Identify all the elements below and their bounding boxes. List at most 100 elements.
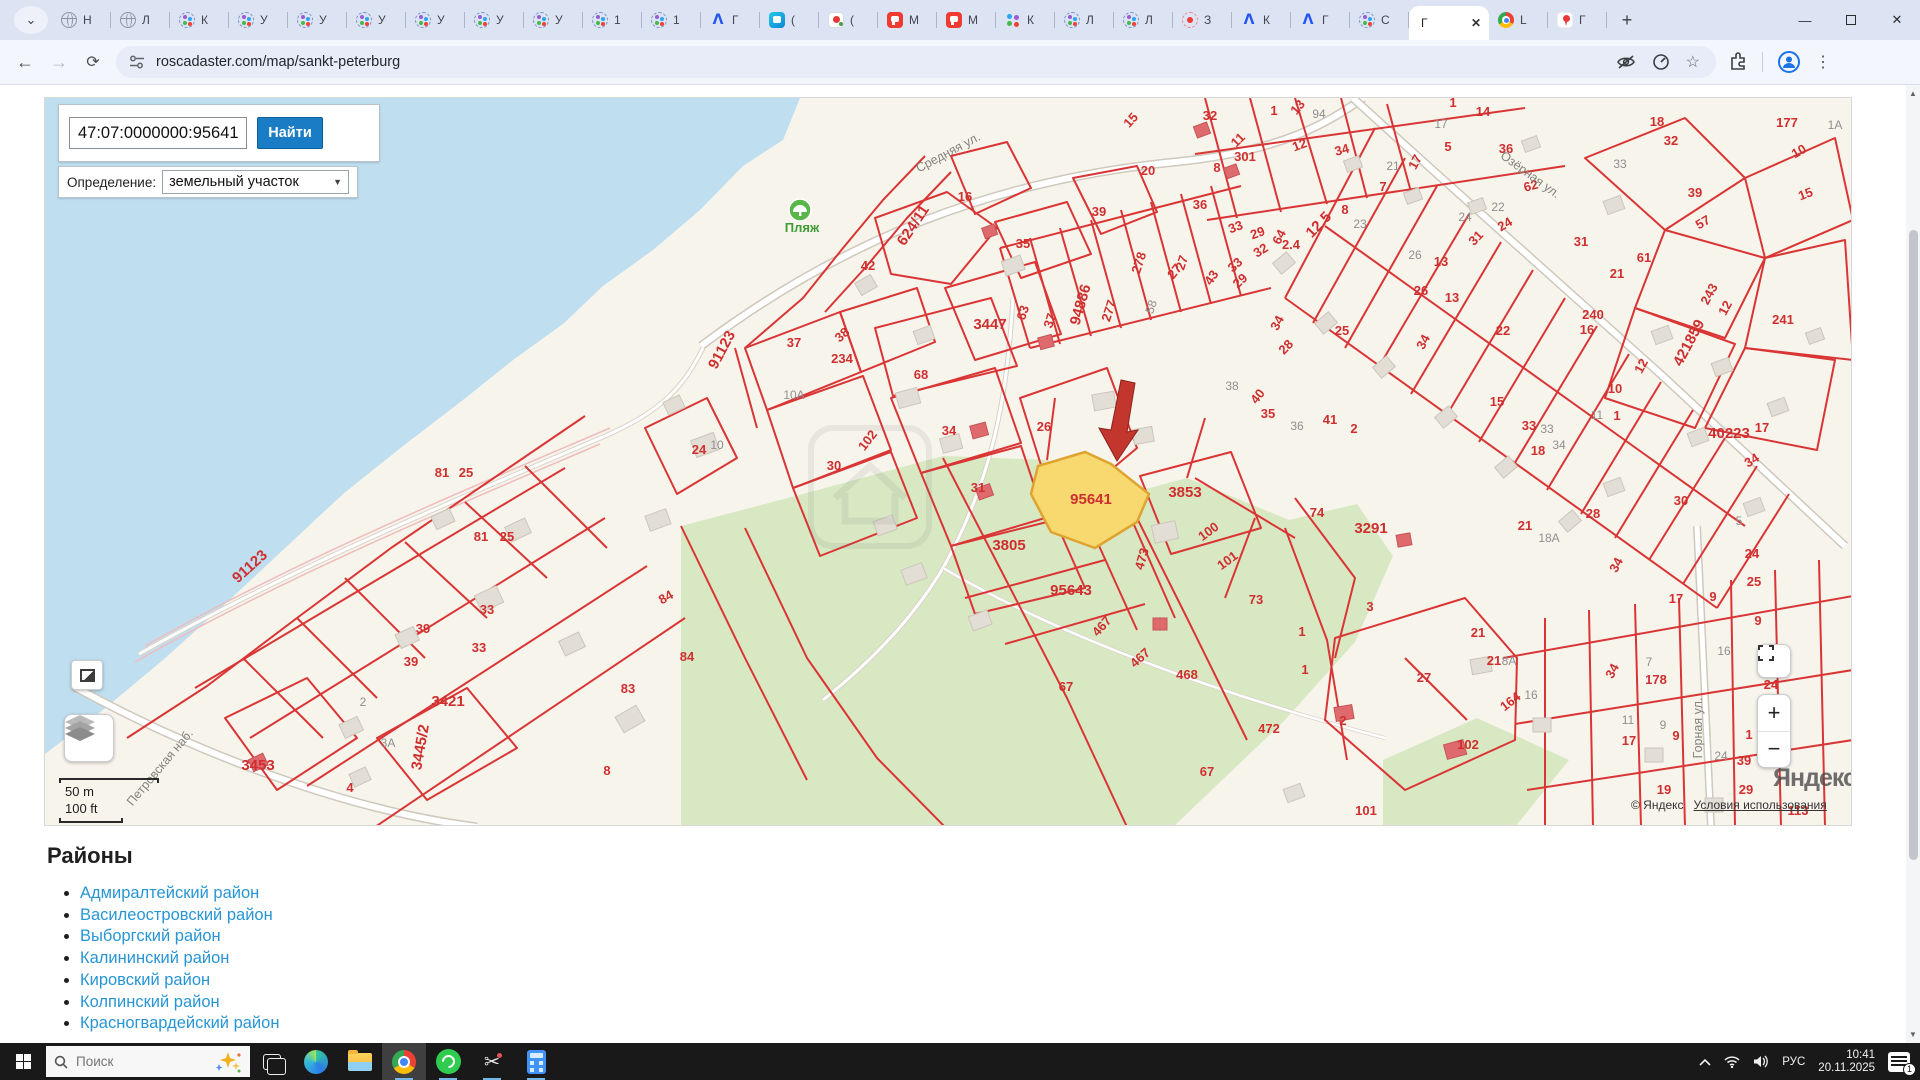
parcel-label: 11 [1622,713,1635,727]
browser-tab[interactable]: 1 [642,0,701,40]
close-window-button[interactable]: ✕ [1874,0,1920,40]
browser-tab[interactable]: С [1350,0,1409,40]
browser-tab[interactable]: 1 [583,0,642,40]
active-tab[interactable]: Г ✕ [1409,6,1489,40]
parcel-label: 10 [710,438,724,452]
bookmark-star-icon[interactable]: ☆ [1686,52,1700,72]
volume-icon[interactable] [1753,1055,1769,1068]
teal-favicon-icon [769,12,785,28]
url-text: roscadaster.com/map/sankt-peterburg [156,54,1616,70]
browser-tab[interactable]: Г [1291,0,1350,40]
parcel-label: 21 [1518,518,1532,533]
parcel-label: 3 [1366,599,1373,614]
tab-search-button[interactable]: ⌄ [14,6,48,34]
district-link[interactable]: Кировский район [80,971,210,989]
page-scrollbar[interactable]: ▲ ▼ [1906,85,1920,1043]
file-explorer-button[interactable] [338,1043,382,1080]
parcel-label: 17 [1622,733,1636,748]
district-link[interactable]: Выборгский район [80,927,221,945]
district-link[interactable]: Красногвардейский район [80,1014,279,1032]
parcel-label: 301 [1234,149,1256,164]
browser-tab[interactable]: Н [52,0,111,40]
browser-tab[interactable]: К [170,0,229,40]
zoom-in-button[interactable]: + [1758,695,1790,732]
whatsapp-button[interactable] [426,1043,470,1080]
task-view-button[interactable] [250,1043,294,1080]
snipping-tool-button[interactable]: ✂ [470,1043,514,1080]
browser-tab[interactable]: У [406,0,465,40]
c-favicon-icon [1064,12,1080,28]
district-link[interactable]: Калининский район [80,949,229,967]
url-bar[interactable]: roscadaster.com/map/sankt-peterburg ☆ [116,46,1716,78]
browser-tab[interactable]: У [288,0,347,40]
site-info-icon[interactable] [128,55,146,69]
tab-title: 1 [673,13,680,27]
browser-tab[interactable]: Г [701,0,760,40]
start-button[interactable] [0,1043,46,1080]
browser-tab[interactable]: М [937,0,996,40]
browser-tab[interactable]: Л [111,0,170,40]
browser-tab[interactable]: Л [1055,0,1114,40]
hidden-icons-chevron[interactable] [1699,1058,1711,1066]
taskbar-search[interactable] [46,1046,250,1077]
chrome-button[interactable] [382,1043,426,1080]
browser-tab[interactable]: К [996,0,1055,40]
browser-tab[interactable]: У [347,0,406,40]
cadastral-number-input[interactable] [69,117,247,149]
minimize-button[interactable]: — [1782,0,1828,40]
zoom-out-button[interactable]: − [1758,732,1790,768]
menu-kebab-icon[interactable]: ⋮ [1815,52,1831,72]
browser-tab[interactable]: Г [1548,0,1607,40]
browser-tab[interactable]: М [878,0,937,40]
taskbar-search-input[interactable] [76,1054,186,1069]
performance-icon[interactable] [1652,54,1670,70]
wifi-icon[interactable] [1724,1056,1740,1068]
parcel-label: 73 [1249,592,1263,607]
calculator-button[interactable] [514,1043,558,1080]
scroll-up-icon[interactable]: ▲ [1909,89,1917,98]
district-link[interactable]: Василеостровский район [80,906,273,924]
browser-tab[interactable]: У [229,0,288,40]
browser-tab[interactable]: У [524,0,583,40]
profile-avatar-icon[interactable] [1777,50,1801,74]
forward-button[interactable]: → [42,45,76,79]
parcel-label: 21 [1471,625,1485,640]
scroll-down-icon[interactable]: ▼ [1909,1030,1917,1039]
parcel-label: 37 [787,335,801,350]
find-button[interactable]: Найти [257,117,323,149]
browser-tab[interactable]: К [1232,0,1291,40]
browser-tab[interactable]: L [1489,0,1548,40]
scrollbar-thumb[interactable] [1909,230,1918,860]
terms-link[interactable]: Условия использования [1694,798,1827,812]
browser-tab[interactable]: Л [1114,0,1173,40]
clock-time: 10:41 [1846,1049,1875,1061]
browser-tab[interactable]: ( [760,0,819,40]
taskbar-clock[interactable]: 10:41 20.11.2025 [1818,1049,1875,1075]
district-link[interactable]: Адмиралтейский район [80,884,259,902]
district-link[interactable]: Колпинский район [80,993,220,1011]
reload-button[interactable]: ⟳ [76,45,110,79]
sq-favicon-icon [1005,12,1021,28]
edge-button[interactable] [294,1043,338,1080]
parcel-label: 40223 [1708,425,1750,442]
districts-section: Районы Адмиралтейский районВасилеостровс… [47,843,279,1035]
fullscreen-button[interactable] [1757,644,1791,678]
new-tab-button[interactable]: + [1613,6,1641,34]
language-indicator[interactable]: РУС [1782,1056,1805,1068]
close-tab-icon[interactable]: ✕ [1471,16,1481,30]
layers-button[interactable] [64,714,114,762]
maximize-button[interactable] [1828,0,1874,40]
password-eye-off-icon[interactable] [1616,54,1636,70]
browser-tab[interactable]: У [465,0,524,40]
extensions-icon[interactable] [1728,52,1748,72]
notifications-button[interactable]: 1 [1888,1052,1910,1072]
back-button[interactable]: ← [8,45,42,79]
map-type-button[interactable] [71,660,103,690]
beach-label: Пляж [785,220,820,235]
browser-tab[interactable]: ( [819,0,878,40]
parcel-label: 26 [1414,283,1428,298]
cadastral-map[interactable]: 1642353915137382346834301023126344763379… [44,97,1852,826]
parcel-label: 13 [1445,290,1459,305]
definition-select[interactable]: земельный участок ▼ [162,170,349,194]
browser-tab[interactable]: З [1173,0,1232,40]
